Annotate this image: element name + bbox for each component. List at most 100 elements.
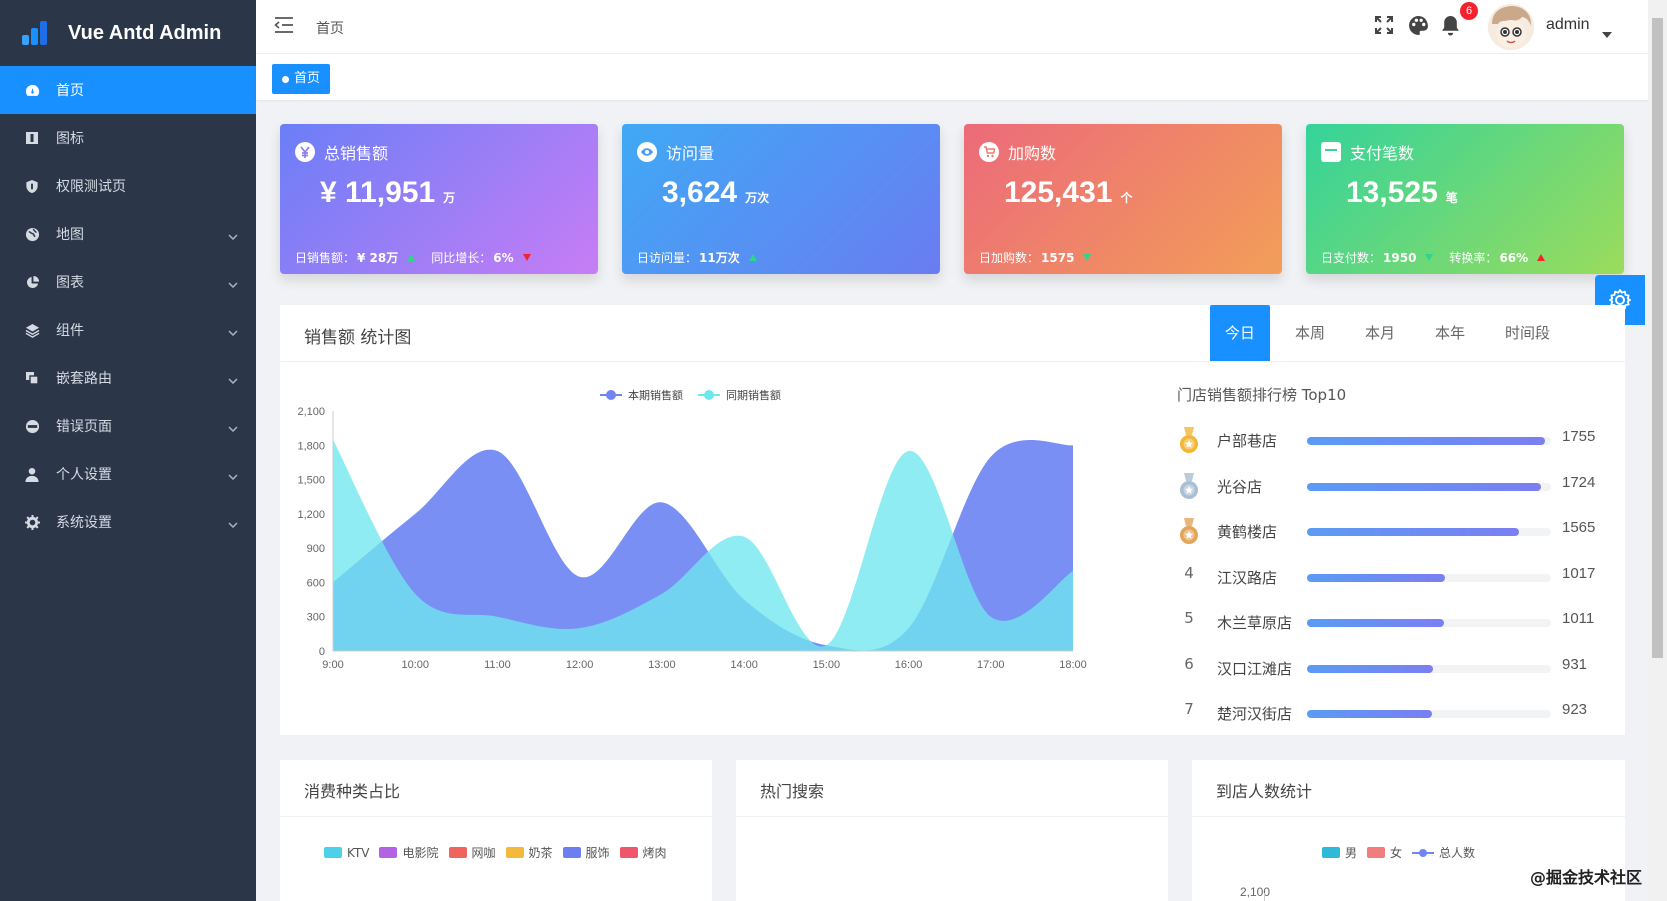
sidebar-item-label: 系统设置 — [56, 515, 112, 531]
tab-range[interactable]: 时间段 — [1490, 305, 1565, 361]
divider — [736, 816, 1168, 817]
sidebar-item-map[interactable]: 地图 — [0, 210, 256, 258]
legend-item[interactable]: 女 — [1367, 844, 1402, 861]
legend-item[interactable]: 电影院 — [379, 844, 439, 861]
tab-year[interactable]: 本年 — [1420, 305, 1480, 361]
stat-card-visits[interactable]: 访问量 3,624 万次 日访问量： 11万次 — [622, 124, 940, 274]
rank-bar-track — [1307, 528, 1551, 536]
legend-item[interactable]: 总人数 — [1412, 844, 1475, 861]
consumption-type-panel: 消费种类占比 KTV 电影院 网咖 奶茶 服饰 烤肉 — [280, 760, 712, 901]
menu-fold-icon[interactable] — [274, 16, 294, 38]
card-value-row: 3,624 万次 — [662, 176, 769, 210]
store-value: 1724 — [1562, 473, 1596, 491]
logo[interactable]: Vue Antd Admin — [0, 0, 256, 66]
legend-swatch — [379, 847, 398, 858]
legend-swatch — [1322, 847, 1340, 858]
rank-bar-fill — [1307, 437, 1545, 445]
rank-bar-fill — [1307, 528, 1520, 536]
sidebar-item-icons[interactable]: 图标 — [0, 114, 256, 162]
stat-card-payments[interactable]: 支付笔数 13,525 笔 日支付数： 1950 转换率： 66% — [1306, 124, 1624, 274]
palette-icon[interactable] — [1408, 15, 1429, 40]
card-foot-value: ¥ 28万 — [357, 251, 399, 265]
notification-badge: 6 — [1460, 2, 1478, 20]
eye-icon — [637, 142, 657, 162]
tab-week[interactable]: 本周 — [1280, 305, 1340, 361]
avatar[interactable] — [1488, 4, 1534, 50]
card-footer: 日销售额： ¥ 28万 同比增长： 6% — [295, 249, 531, 266]
store-value: 923 — [1562, 701, 1588, 718]
rank-number: 4 — [1184, 563, 1194, 582]
store-value: 1011 — [1562, 610, 1595, 627]
sidebar-item-charts[interactable]: 图表 — [0, 258, 256, 306]
sidebar-item-label: 嵌套路由 — [56, 371, 112, 387]
stat-card-total-sales[interactable]: 总销售额 ¥ 11,951 万 日销售额： ¥ 28万 同比增长： 6% — [280, 124, 598, 274]
sidebar-item-label: 个人设置 — [56, 467, 112, 483]
legend-label: 服饰 — [585, 846, 610, 860]
legend-swatch — [448, 847, 467, 858]
chevron-down-icon — [228, 516, 238, 532]
x-tick-label: 16:00 — [895, 659, 923, 671]
scrollbar-thumb[interactable] — [1652, 18, 1663, 658]
sidebar-item-label: 组件 — [56, 323, 84, 339]
y-tick-label: 0 — [319, 646, 325, 658]
store-name: 汉口江滩店 — [1217, 659, 1293, 678]
legend-swatch — [562, 847, 581, 858]
sidebar-item-home[interactable]: 首页 — [0, 66, 256, 114]
sidebar-item-error-pages[interactable]: 错误页面 — [0, 402, 256, 450]
trend-up-icon — [1537, 254, 1546, 261]
x-tick-label: 9:00 — [322, 659, 343, 671]
x-tick-label: 14:00 — [730, 659, 758, 671]
y-tick-label: 1,800 — [297, 440, 325, 452]
page-scrollbar[interactable] — [1648, 0, 1667, 901]
rank-bar-track — [1307, 482, 1551, 491]
sidebar-item-profile[interactable]: 个人设置 — [0, 450, 256, 498]
dashboard-icon — [24, 82, 40, 98]
legend-item[interactable]: 网咖 — [448, 844, 496, 861]
caret-down-icon[interactable] — [1602, 23, 1612, 42]
sidebar: Vue Antd Admin 首页 图标 权限测试页 地图 图表 组件 嵌套路由… — [0, 0, 256, 901]
store-name: 黄鹤楼店 — [1217, 523, 1278, 541]
y-axis-line — [1264, 893, 1265, 901]
stat-card-add-to-cart[interactable]: 加购数 125,431 个 日加购数： 1575 — [964, 124, 1282, 274]
legend-item[interactable]: 烤肉 — [619, 844, 667, 861]
sidebar-item-nested-routes[interactable]: 嵌套路由 — [0, 354, 256, 402]
card-value: 13,525 — [1346, 176, 1438, 209]
card-foot-value: 66% — [1499, 250, 1529, 265]
trend-down-icon — [522, 254, 531, 261]
tab-month[interactable]: 本月 — [1350, 305, 1410, 361]
bar-legend: 男 女 总人数 — [1322, 844, 1485, 861]
period-tabs: 今日 本周 本月 本年 时间段 — [1200, 305, 1565, 361]
legend-item[interactable]: KTV — [324, 844, 369, 861]
legend-swatch — [619, 847, 638, 858]
sidebar-item-label: 首页 — [56, 83, 84, 99]
sidebar-item-system-settings[interactable]: 系统设置 — [0, 498, 256, 546]
sidebar-item-permission[interactable]: 权限测试页 — [0, 162, 256, 210]
rank-bar-fill — [1307, 482, 1541, 491]
user-icon — [24, 466, 40, 482]
sidebar-item-components[interactable]: 组件 — [0, 306, 256, 354]
tab-today[interactable]: 今日 — [1209, 305, 1270, 361]
store-value: 1565 — [1562, 519, 1596, 536]
store-name: 光谷店 — [1217, 477, 1263, 496]
tag-home[interactable]: 首页 — [272, 64, 331, 94]
username[interactable]: admin — [1546, 16, 1590, 34]
legend-item[interactable]: 男 — [1322, 844, 1357, 861]
card-unit: 笔 — [1445, 191, 1458, 205]
bell-icon[interactable] — [1441, 15, 1460, 40]
chevron-down-icon — [228, 324, 238, 340]
chevron-down-icon — [228, 276, 238, 292]
rank-bar-track — [1307, 664, 1551, 673]
watermark: @掘金技术社区 — [1530, 868, 1643, 887]
fullscreen-icon[interactable] — [1374, 15, 1394, 39]
breadcrumb[interactable]: 首页 — [316, 18, 344, 38]
legend-label: 烤肉 — [642, 846, 667, 860]
y-tick-label: 2,100 — [297, 406, 325, 418]
card-foot-label: 转换率： — [1449, 251, 1498, 265]
error-icon — [24, 418, 40, 434]
legend-item[interactable]: 奶茶 — [505, 844, 553, 861]
card-foot-value: 11万次 — [699, 251, 740, 265]
y-tick-label: 1,500 — [297, 475, 325, 487]
legend-swatch — [1367, 847, 1386, 858]
card-unit: 个 — [1120, 191, 1133, 205]
legend-item[interactable]: 服饰 — [562, 844, 610, 861]
